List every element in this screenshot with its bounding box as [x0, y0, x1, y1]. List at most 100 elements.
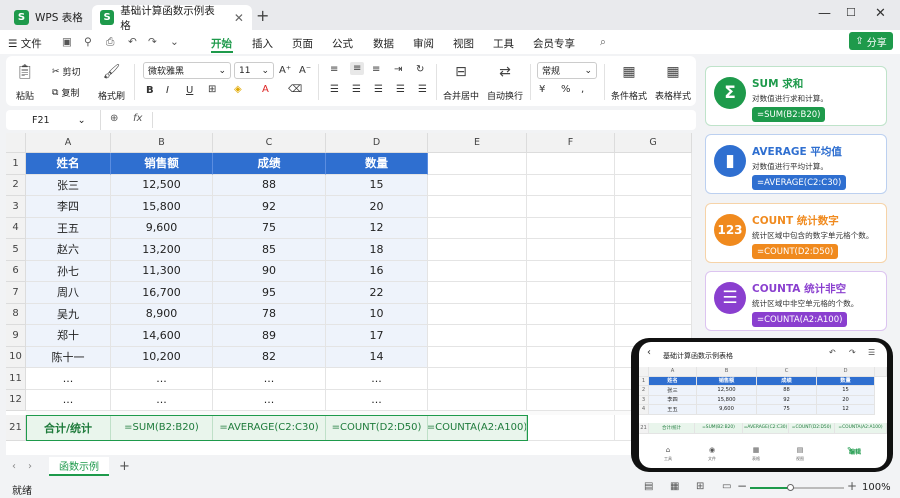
align-center-icon[interactable]: ☰	[352, 84, 361, 95]
table-header-cell[interactable]: 姓名	[26, 153, 111, 175]
table-cell[interactable]: 15	[326, 174, 428, 196]
close-tab-icon[interactable]: ✕	[234, 11, 244, 25]
table-cell[interactable]: ...	[213, 368, 326, 390]
page-break-icon[interactable]: ⊞	[696, 481, 704, 492]
minimize-icon[interactable]: —	[818, 6, 831, 21]
bold-icon[interactable]: B	[146, 85, 154, 96]
table-cell[interactable]: 89	[213, 325, 326, 347]
table-cell[interactable]: 9,600	[111, 217, 213, 239]
table-cell[interactable]: 孙七	[26, 260, 111, 282]
table-cell[interactable]: 李四	[26, 196, 111, 218]
row-header[interactable]: 12	[6, 389, 26, 411]
tab-wps-home[interactable]: S WPS 表格	[6, 5, 91, 30]
row-header[interactable]: 2	[6, 174, 26, 196]
cell[interactable]	[527, 196, 615, 218]
align-left-icon[interactable]: ☰	[330, 84, 339, 95]
align-top-icon[interactable]: ≡	[330, 64, 338, 75]
align-right-icon[interactable]: ☰	[374, 84, 383, 95]
align-bottom-icon[interactable]: ≡	[372, 64, 380, 75]
column-header[interactable]: G	[615, 133, 692, 153]
table-header-cell[interactable]: 销售额	[111, 153, 213, 175]
text-direction-icon[interactable]: ↻	[416, 64, 424, 75]
border-icon[interactable]: ⊞	[208, 84, 216, 95]
share-link-icon[interactable]: ⚲	[84, 36, 92, 48]
cell[interactable]	[527, 260, 615, 282]
table-cell[interactable]: 郑十	[26, 325, 111, 347]
cell[interactable]	[527, 153, 615, 175]
menu-review[interactable]: 审阅	[413, 36, 434, 51]
table-cell[interactable]: 75	[213, 217, 326, 239]
select-all-corner[interactable]	[6, 133, 26, 153]
totals-cell[interactable]: =COUNT(D2:D50)	[326, 415, 428, 441]
table-header-cell[interactable]: 成绩	[213, 153, 326, 175]
menu-page[interactable]: 页面	[292, 36, 313, 51]
totals-cell[interactable]: =COUNTA(A2:A100)	[428, 415, 527, 441]
undo-icon[interactable]: ↶	[128, 36, 137, 48]
merge-center-button[interactable]: ⊟ 合并居中	[443, 63, 479, 102]
next-sheet-icon[interactable]: ›	[28, 461, 32, 472]
cell[interactable]	[615, 153, 692, 175]
currency-icon[interactable]: ¥	[539, 84, 545, 95]
cell[interactable]	[615, 239, 692, 261]
row-header[interactable]: 21	[6, 415, 26, 441]
cell[interactable]	[615, 217, 692, 239]
cell[interactable]	[615, 282, 692, 304]
table-cell[interactable]: ...	[111, 389, 213, 411]
column-header[interactable]: C	[213, 133, 326, 153]
column-header[interactable]: E	[428, 133, 527, 153]
font-shrink-icon[interactable]: A⁻	[299, 65, 311, 76]
close-window-icon[interactable]: ✕	[875, 6, 886, 21]
zoom-in-icon[interactable]: +	[847, 479, 857, 493]
table-cell[interactable]: ...	[111, 368, 213, 390]
table-cell[interactable]: ...	[26, 368, 111, 390]
cell[interactable]	[428, 368, 527, 390]
percent-icon[interactable]: %	[561, 84, 571, 95]
row-header[interactable]: 6	[6, 260, 26, 282]
tools-icon[interactable]: ⌂	[653, 446, 683, 454]
cell[interactable]	[428, 303, 527, 325]
cut-button[interactable]: ✂ 剪切	[52, 65, 81, 79]
table-cell[interactable]: 22	[326, 282, 428, 304]
cell[interactable]	[527, 415, 615, 441]
save-icon[interactable]: ▣	[62, 36, 72, 48]
menu-insert[interactable]: 插入	[252, 36, 273, 51]
cell[interactable]	[428, 260, 527, 282]
cell[interactable]	[428, 174, 527, 196]
cell[interactable]	[428, 239, 527, 261]
search-icon[interactable]: ⌕	[600, 36, 606, 49]
zoom-out-icon[interactable]: −	[737, 479, 747, 493]
paste-button[interactable]: 📋︎ 粘贴	[16, 63, 34, 102]
table-cell[interactable]: 赵六	[26, 239, 111, 261]
cell[interactable]	[527, 282, 615, 304]
file-icon[interactable]: ◉	[697, 446, 727, 454]
cell[interactable]	[527, 174, 615, 196]
zoom-slider-handle[interactable]	[787, 484, 794, 491]
totals-cell[interactable]: =AVERAGE(C2:C30)	[213, 415, 326, 441]
reading-icon[interactable]: ▭	[722, 481, 731, 492]
table-cell[interactable]: 82	[213, 346, 326, 368]
menu-formula[interactable]: 公式	[332, 36, 353, 51]
menu-icon[interactable]: ☰	[868, 348, 875, 357]
table-icon[interactable]: ▦	[741, 446, 771, 454]
name-box[interactable]: F21 ⌄	[6, 110, 101, 130]
cell[interactable]	[527, 346, 615, 368]
menu-member[interactable]: 会员专享	[533, 36, 575, 51]
cell[interactable]	[527, 239, 615, 261]
table-cell[interactable]: 12,500	[111, 174, 213, 196]
table-header-cell[interactable]: 数量	[326, 153, 428, 175]
table-cell[interactable]: 周八	[26, 282, 111, 304]
cell[interactable]	[428, 325, 527, 347]
table-cell[interactable]: ...	[26, 389, 111, 411]
redo-icon[interactable]: ↷	[148, 36, 157, 48]
table-cell[interactable]: 95	[213, 282, 326, 304]
thousands-icon[interactable]: ,	[581, 84, 584, 95]
table-cell[interactable]: 18	[326, 239, 428, 261]
cell[interactable]	[527, 325, 615, 347]
table-cell[interactable]: 92	[213, 196, 326, 218]
view-icon[interactable]: ▤	[785, 446, 815, 454]
sheet-tab-functions[interactable]: 函数示例	[49, 457, 109, 476]
table-cell[interactable]: 14	[326, 346, 428, 368]
justify-icon[interactable]: ☰	[396, 84, 405, 95]
row-header[interactable]: 3	[6, 196, 26, 218]
column-header[interactable]: B	[111, 133, 213, 153]
